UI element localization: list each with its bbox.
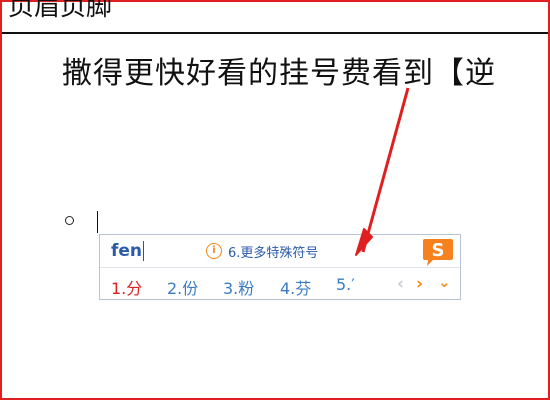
more-symbols-label: 6.更多特殊符号 (228, 245, 319, 261)
page-header-text: 页眉页脚 (8, 0, 113, 22)
candidate-1[interactable]: 1.分 (111, 275, 142, 299)
candidate-2[interactable]: 2.份 (167, 275, 198, 299)
list-bullet (65, 216, 74, 225)
pinyin-caret (143, 241, 144, 261)
candidate-row: 1.分 2.份 3.粉 4.芬 5.′ ‹ › ⌄ (100, 268, 460, 300)
expand-candidates-icon[interactable]: ⌄ (438, 272, 451, 292)
prev-page-icon[interactable]: ‹ (397, 274, 404, 294)
header-rule (2, 32, 548, 34)
next-page-icon[interactable]: › (416, 274, 423, 294)
ime-candidate-window[interactable]: fen i 6.更多特殊符号 1.分 2.份 3.粉 4.芬 5.′ ‹ › ⌄ (99, 234, 461, 300)
candidate-5[interactable]: 5.′ (336, 275, 355, 294)
more-symbols-hint[interactable]: i 6.更多特殊符号 (206, 242, 319, 261)
text-cursor (97, 211, 98, 233)
pinyin-input[interactable]: fen (111, 241, 142, 261)
sogou-logo-icon[interactable]: S (421, 236, 455, 268)
document-body-line[interactable]: 撒得更快好看的挂号费看到【逆 (62, 48, 496, 92)
candidate-3[interactable]: 3.粉 (223, 275, 254, 299)
sogou-logo-letter: S (432, 240, 445, 261)
info-icon: i (206, 243, 222, 259)
ime-composition-bar: fen i 6.更多特殊符号 (100, 235, 460, 267)
candidate-4[interactable]: 4.芬 (280, 275, 311, 299)
